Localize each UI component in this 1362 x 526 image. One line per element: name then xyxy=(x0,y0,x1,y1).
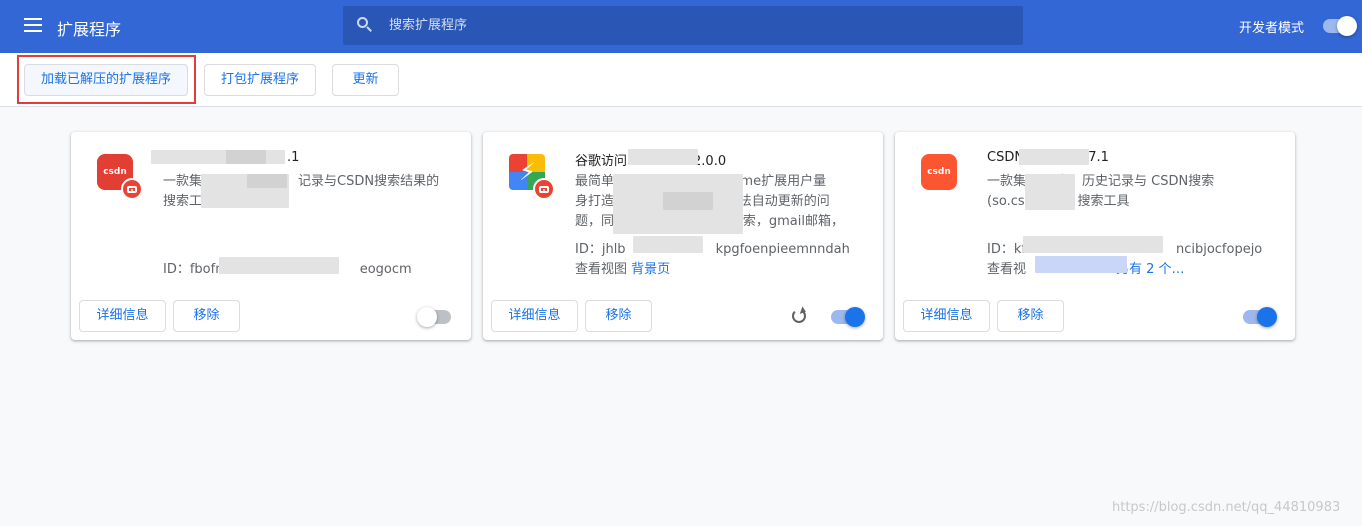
redacted-text xyxy=(247,174,287,188)
details-button[interactable]: 详细信息 xyxy=(903,300,990,332)
watermark: https://blog.csdn.net/qq_44810983 xyxy=(1112,500,1341,515)
update-button[interactable]: 更新 xyxy=(332,64,399,96)
search-input[interactable] xyxy=(389,6,1009,45)
redacted-text xyxy=(633,236,703,253)
details-button[interactable]: 详细信息 xyxy=(491,300,578,332)
camera-badge-icon xyxy=(121,178,143,200)
extension-name: .1 xyxy=(287,150,300,165)
redacted-text xyxy=(628,149,698,165)
enable-toggle[interactable] xyxy=(831,307,865,327)
remove-button[interactable]: 移除 xyxy=(997,300,1064,332)
dev-mode-label: 开发者模式 xyxy=(1239,21,1305,36)
header-bar: 扩展程序 开发者模式 xyxy=(0,0,1362,53)
extension-id: ID：jhlb kpgfoenpieemnndah xyxy=(575,242,850,257)
redacted-text xyxy=(1025,174,1075,210)
search-box[interactable] xyxy=(343,6,1023,45)
enable-toggle[interactable] xyxy=(1243,307,1277,327)
redacted-text xyxy=(663,192,713,210)
pack-extension-button[interactable]: 打包扩展程序 xyxy=(204,64,316,96)
dev-mode-toggle[interactable] xyxy=(1323,16,1357,36)
background-page-link[interactable]: 背景页 xyxy=(631,262,670,277)
details-button[interactable]: 详细信息 xyxy=(79,300,166,332)
page-title: 扩展程序 xyxy=(57,20,122,39)
redacted-text xyxy=(1023,236,1163,253)
extension-card: csdn CSDN.7.1 一款集索、历史记录与 CSDN搜索 (so.csdn… xyxy=(895,132,1295,340)
remove-button[interactable]: 移除 xyxy=(585,300,652,332)
menu-icon[interactable] xyxy=(24,18,42,32)
csdn-orange-icon: csdn xyxy=(921,154,969,202)
toolbar: 加载已解压的扩展程序 打包扩展程序 更新 xyxy=(0,53,1362,107)
remove-button[interactable]: 移除 xyxy=(173,300,240,332)
load-unpacked-button[interactable]: 加载已解压的扩展程序 xyxy=(24,64,188,96)
enable-toggle[interactable] xyxy=(417,307,451,327)
reload-icon[interactable] xyxy=(792,309,806,323)
extension-card: csdn .1 一款集记录与CSDN搜索结果的 搜索工 ID：fbofnheog… xyxy=(71,132,471,340)
csdn-red-icon: csdn xyxy=(97,154,145,202)
inspect-views: 查看视图 背景页 xyxy=(575,262,671,277)
redacted-text xyxy=(1035,256,1127,273)
google-helper-icon: ⚡ xyxy=(509,154,557,202)
redacted-text xyxy=(226,150,266,164)
search-icon xyxy=(357,17,373,33)
redacted-text xyxy=(1019,149,1089,165)
camera-badge-icon xyxy=(533,178,555,200)
redacted-text xyxy=(219,257,339,274)
extension-card: ⚡ 谷歌访问2.0.0 最简单易用chrome扩展用户量 身打造chr展无法自动… xyxy=(483,132,883,340)
